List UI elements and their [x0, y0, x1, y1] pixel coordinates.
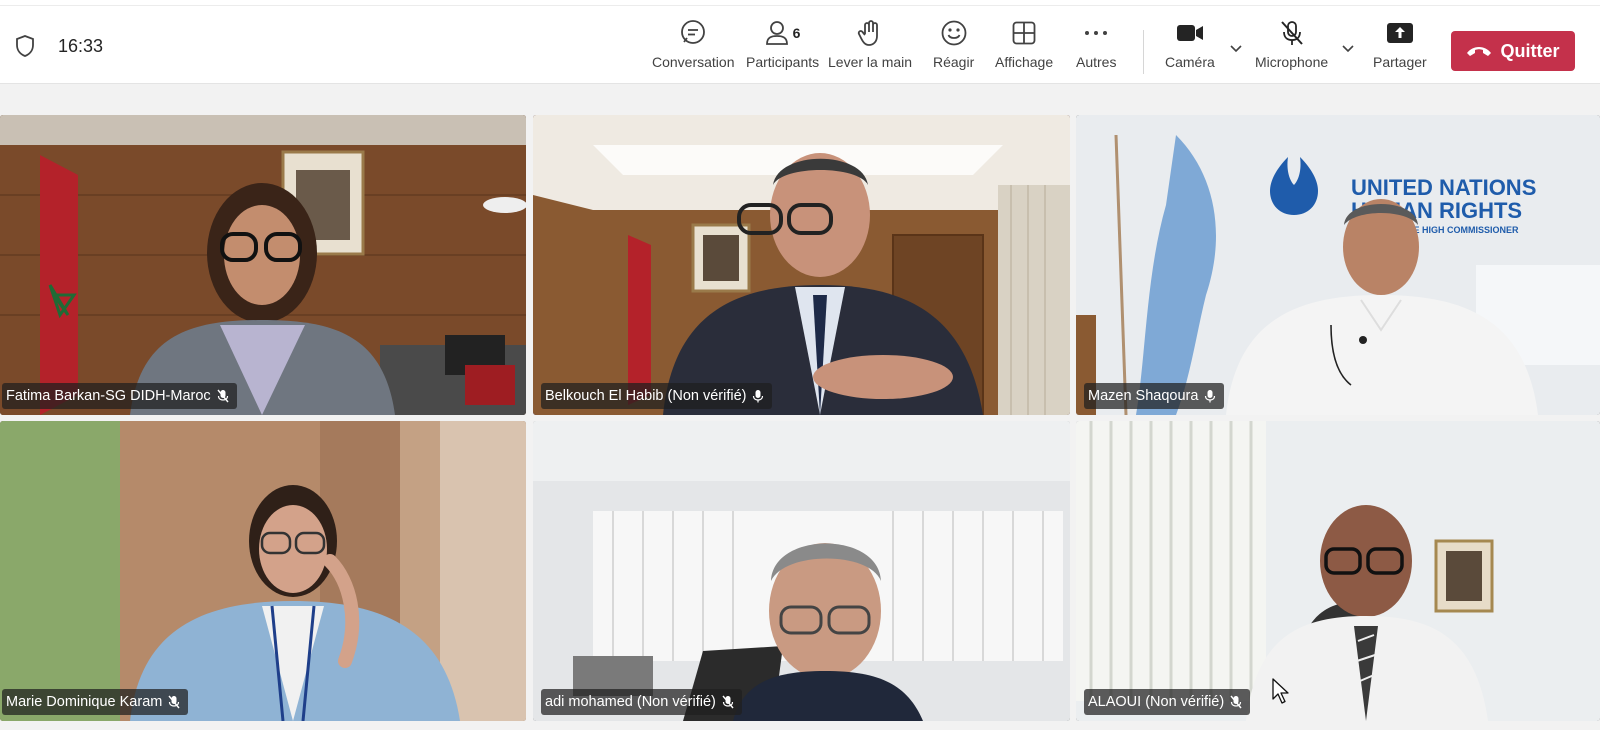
- microphone-options-chevron-down-icon[interactable]: [1340, 40, 1356, 56]
- microphone-off-icon: [1230, 695, 1242, 709]
- un-backdrop-line1: UNITED NATIONS: [1351, 175, 1536, 200]
- video-tile-marie[interactable]: Marie Dominique Karam: [0, 421, 526, 721]
- microphone-label: Microphone: [1255, 54, 1329, 70]
- meeting-toolbar: 16:33 Conversation 6 Participants Lever …: [0, 6, 1600, 84]
- participant-video: [0, 115, 526, 415]
- mouse-pointer-icon: [1272, 678, 1289, 704]
- more-icon: [1085, 31, 1108, 35]
- microphone-icon: [753, 390, 764, 403]
- microphone-off-icon: [722, 695, 734, 709]
- grid-view-icon: [1012, 21, 1036, 45]
- participant-video: [1076, 421, 1600, 721]
- share-screen-icon: [1386, 23, 1413, 43]
- share-button[interactable]: Partager: [1373, 16, 1427, 78]
- participants-button[interactable]: 6 Participants: [746, 16, 819, 78]
- leave-label: Quitter: [1500, 40, 1560, 61]
- video-tile-adi[interactable]: adi mohamed (Non vérifié): [533, 421, 1070, 721]
- participant-name-tag: Mazen Shaqoura: [1084, 383, 1225, 409]
- hang-up-icon: [1467, 47, 1492, 56]
- hand-icon: [857, 20, 878, 46]
- participant-video: UNITED NATIONS HUMAN RIGHTS OFFICE OF TH…: [1076, 115, 1600, 415]
- meeting-timer: 16:33: [58, 36, 104, 56]
- participant-video: [533, 421, 1070, 721]
- people-icon: [765, 21, 788, 45]
- camera-button[interactable]: Caméra: [1165, 16, 1215, 78]
- microphone-icon: [1205, 390, 1216, 403]
- participants-label: Participants: [746, 54, 820, 70]
- participant-name-tag: Fatima Barkan-SG DIDH-Maroc: [2, 383, 237, 409]
- participant-name: Marie Dominique Karam: [6, 694, 163, 710]
- raise-hand-label: Lever la main: [828, 54, 913, 70]
- share-label: Partager: [1373, 54, 1427, 70]
- microphone-off-icon: [217, 389, 229, 403]
- camera-label: Caméra: [1165, 54, 1215, 70]
- more-label: Autres: [1076, 54, 1117, 70]
- participant-name-tag: adi mohamed (Non vérifié): [541, 689, 742, 715]
- participant-name: Belkouch El Habib (Non vérifié): [545, 388, 747, 404]
- conversation-button[interactable]: Conversation: [652, 16, 735, 78]
- react-label: Réagir: [933, 54, 975, 70]
- participant-video: [0, 421, 526, 721]
- emoji-icon: [941, 20, 967, 46]
- participant-name-tag: ALAOUI (Non vérifié): [1084, 689, 1251, 715]
- leave-button[interactable]: Quitter: [1451, 31, 1575, 71]
- participant-name-tag: Belkouch El Habib (Non vérifié): [541, 383, 773, 409]
- video-tile-fatima[interactable]: Fatima Barkan-SG DIDH-Maroc: [0, 115, 526, 415]
- toolbar-divider: [1143, 30, 1144, 74]
- camera-options-chevron-down-icon[interactable]: [1228, 40, 1244, 56]
- conversation-label: Conversation: [652, 54, 735, 70]
- participant-name: Fatima Barkan-SG DIDH-Maroc: [6, 388, 211, 404]
- video-tile-alaoui[interactable]: ALAOUI (Non vérifié): [1076, 421, 1600, 721]
- video-camera-icon: [1176, 25, 1203, 41]
- more-button[interactable]: Autres: [1076, 16, 1116, 78]
- video-tile-belkouch[interactable]: Belkouch El Habib (Non vérifié): [533, 115, 1070, 415]
- view-button[interactable]: Affichage: [995, 16, 1053, 78]
- view-label: Affichage: [995, 54, 1054, 70]
- react-button[interactable]: Réagir: [933, 16, 974, 78]
- participant-name: ALAOUI (Non vérifié): [1088, 694, 1225, 710]
- participant-name: Mazen Shaqoura: [1088, 388, 1199, 404]
- chat-icon: [681, 20, 706, 44]
- raise-hand-button[interactable]: Lever la main: [828, 16, 912, 78]
- participant-name: adi mohamed (Non vérifié): [545, 694, 716, 710]
- video-tile-mazen[interactable]: UNITED NATIONS HUMAN RIGHTS OFFICE OF TH…: [1076, 115, 1600, 415]
- microphone-button[interactable]: Microphone: [1255, 16, 1328, 78]
- participant-video: [533, 115, 1070, 415]
- microphone-off-icon: [168, 695, 180, 709]
- participant-name-tag: Marie Dominique Karam: [2, 689, 189, 715]
- participant-count: 6: [792, 25, 801, 41]
- shield-icon[interactable]: [14, 34, 36, 58]
- microphone-off-icon: [1280, 21, 1303, 45]
